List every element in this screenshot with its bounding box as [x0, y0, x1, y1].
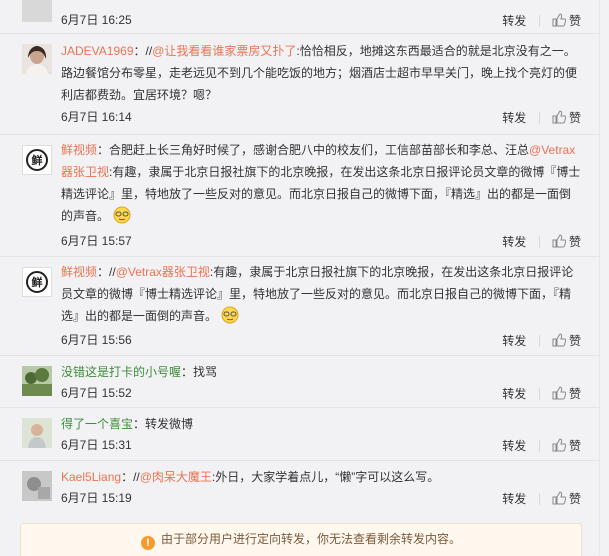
timestamp: 6月7日 16:14 [61, 110, 132, 124]
repost-footer: 6月7日 15:31 转发 赞 [61, 435, 581, 455]
timestamp: 6月7日 15:31 [61, 438, 132, 452]
like-button[interactable]: 赞 [552, 489, 581, 509]
like-label: 赞 [568, 234, 581, 249]
repost-footer: 6月7日 15:52 转发 赞 [61, 383, 581, 403]
thumbs-up-icon [552, 491, 567, 505]
like-button[interactable]: 赞 [552, 331, 581, 351]
avatar[interactable] [22, 0, 52, 22]
timestamp: 6月7日 16:25 [61, 13, 132, 27]
thumbs-up-icon [552, 13, 567, 27]
thumbs-up-icon [552, 110, 567, 124]
avatar[interactable] [22, 418, 52, 448]
repost-content: JADEVA1969：//@让我看看谁家票房又扑了:恰恰相反，地摊这东西最适合的… [61, 40, 581, 106]
thumbs-up-icon [552, 438, 567, 452]
username-link[interactable]: JADEVA1969 [61, 44, 134, 58]
repost-item: 没错这是打卡的小号喔：找骂 6月7日 15:52 转发 赞 [0, 356, 599, 408]
comment-text: ：转发微博 [133, 417, 194, 431]
repost-button[interactable]: 转发 [502, 331, 526, 351]
avatar[interactable] [22, 44, 52, 74]
sunglasses-emoji-icon [113, 206, 131, 231]
repost-content: 鲜视频：//@Vetrax器张卫视:有趣，隶属于北京日报社旗下的北京晚报，在发出… [61, 261, 581, 331]
timestamp: 6月7日 15:19 [61, 491, 132, 505]
like-button[interactable]: 赞 [552, 436, 581, 456]
separator-text: ：// [121, 470, 140, 484]
avatar[interactable] [22, 471, 52, 501]
avatar[interactable]: 鲜 [22, 267, 52, 297]
repost-item: 得了一个喜宝：转发微博 6月7日 15:31 转发 赞 [0, 408, 599, 461]
repost-content: 鲜视频：合肥赶上长三角好时候了，感谢合肥八中的校友们，工信部苗部长和李总、汪总@… [61, 139, 581, 231]
username-link[interactable]: 得了一个喜宝 [61, 417, 133, 431]
username-link[interactable]: 没错这是打卡的小号喔 [61, 365, 181, 379]
svg-text:鲜: 鲜 [32, 275, 43, 289]
separator-text: ：// [133, 44, 153, 58]
repost-item: Kael5Liang：//@肉呆大魔王:外日，大家学着点儿，“懒”字可以这么写。… [0, 461, 599, 513]
timestamp: 6月7日 15:52 [61, 386, 132, 400]
comment-text: ：找骂 [181, 365, 218, 379]
divider [538, 387, 540, 400]
avatar[interactable]: 鲜 [22, 145, 52, 175]
repost-content: Kael5Liang：//@肉呆大魔王:外日，大家学着点儿，“懒”字可以这么写。 [61, 466, 581, 488]
divider [538, 14, 540, 27]
like-label: 赞 [568, 386, 581, 401]
like-label: 赞 [568, 491, 581, 506]
comment-text: :外日，大家学着点儿，“懒”字可以这么写。 [211, 470, 440, 484]
thumbs-up-icon [552, 333, 567, 347]
svg-text:鲜: 鲜 [32, 153, 43, 167]
repost-content: 得了一个喜宝：转发微博 [61, 413, 581, 435]
repost-button[interactable]: 转发 [502, 489, 526, 509]
like-button[interactable]: 赞 [552, 108, 581, 128]
repost-button[interactable]: 转发 [502, 436, 526, 456]
like-button[interactable]: 赞 [552, 384, 581, 404]
repost-button[interactable]: 转发 [502, 108, 526, 128]
timestamp: 6月7日 15:57 [61, 234, 132, 248]
repost-footer: 6月7日 16:14 转发 赞 [61, 107, 581, 127]
divider [538, 439, 540, 452]
mention-link[interactable]: @Vetrax器张卫视 [116, 265, 210, 279]
divider [538, 111, 540, 124]
warning-icon: ! [140, 536, 155, 550]
repost-footer: 6月7日 15:57 转发 赞 [61, 231, 581, 251]
repost-item: 鲜 鲜视频：合肥赶上长三角好时候了，感谢合肥八中的校友们，工信部苗部长和李总、汪… [0, 135, 599, 257]
comment-text: ：合肥赶上长三角好时候了，感谢合肥八中的校友们，工信部苗部长和李总、汪总 [97, 143, 530, 157]
like-button[interactable]: 赞 [552, 232, 581, 252]
repost-button[interactable]: 转发 [502, 232, 526, 252]
scrollbar[interactable] [600, 0, 609, 555]
comment-text-continued: :有趣，隶属于北京日报社旗下的北京晚报，在发出这条北京日报评论员文章的微博『博士… [61, 165, 581, 223]
divider [538, 235, 540, 248]
username-link[interactable]: 鲜视频 [61, 143, 97, 157]
divider [538, 334, 540, 347]
username-link[interactable]: Kael5Liang [61, 470, 121, 484]
repost-item: 6月7日 16:25 转发 赞 [0, 0, 599, 34]
like-label: 赞 [568, 13, 581, 28]
sunglasses-emoji-icon [221, 306, 239, 331]
thumbs-up-icon [552, 386, 567, 400]
timestamp: 6月7日 15:56 [61, 333, 132, 347]
notice-text: 由于部分用户进行定向转发，你无法查看剩余转发内容。 [160, 532, 461, 546]
repost-list: 6月7日 16:25 转发 赞 JADEVA1969：//@让我看看谁家票房又扑… [0, 0, 600, 556]
repost-content: 没错这是打卡的小号喔：找骂 [61, 361, 581, 383]
avatar[interactable] [22, 366, 52, 396]
separator-text: ：// [97, 265, 116, 279]
thumbs-up-icon [552, 234, 567, 248]
repost-footer: 6月7日 16:25 转发 赞 [61, 10, 581, 30]
mention-link[interactable]: @让我看看谁家票房又扑了 [152, 44, 296, 58]
restricted-repost-notice: ! 由于部分用户进行定向转发，你无法查看剩余转发内容。 [20, 523, 582, 556]
repost-footer: 6月7日 15:19 转发 赞 [61, 488, 581, 508]
repost-button[interactable]: 转发 [502, 384, 526, 404]
repost-item: JADEVA1969：//@让我看看谁家票房又扑了:恰恰相反，地摊这东西最适合的… [0, 34, 599, 135]
mention-link[interactable]: @肉呆大魔王 [140, 470, 212, 484]
like-label: 赞 [568, 438, 581, 453]
repost-item: 鲜 鲜视频：//@Vetrax器张卫视:有趣，隶属于北京日报社旗下的北京晚报，在… [0, 257, 599, 356]
divider [538, 492, 540, 505]
repost-button[interactable]: 转发 [502, 11, 526, 31]
repost-footer: 6月7日 15:56 转发 赞 [61, 330, 581, 350]
like-label: 赞 [568, 110, 581, 125]
username-link[interactable]: 鲜视频 [61, 265, 97, 279]
like-label: 赞 [568, 333, 581, 348]
like-button[interactable]: 赞 [552, 11, 581, 31]
